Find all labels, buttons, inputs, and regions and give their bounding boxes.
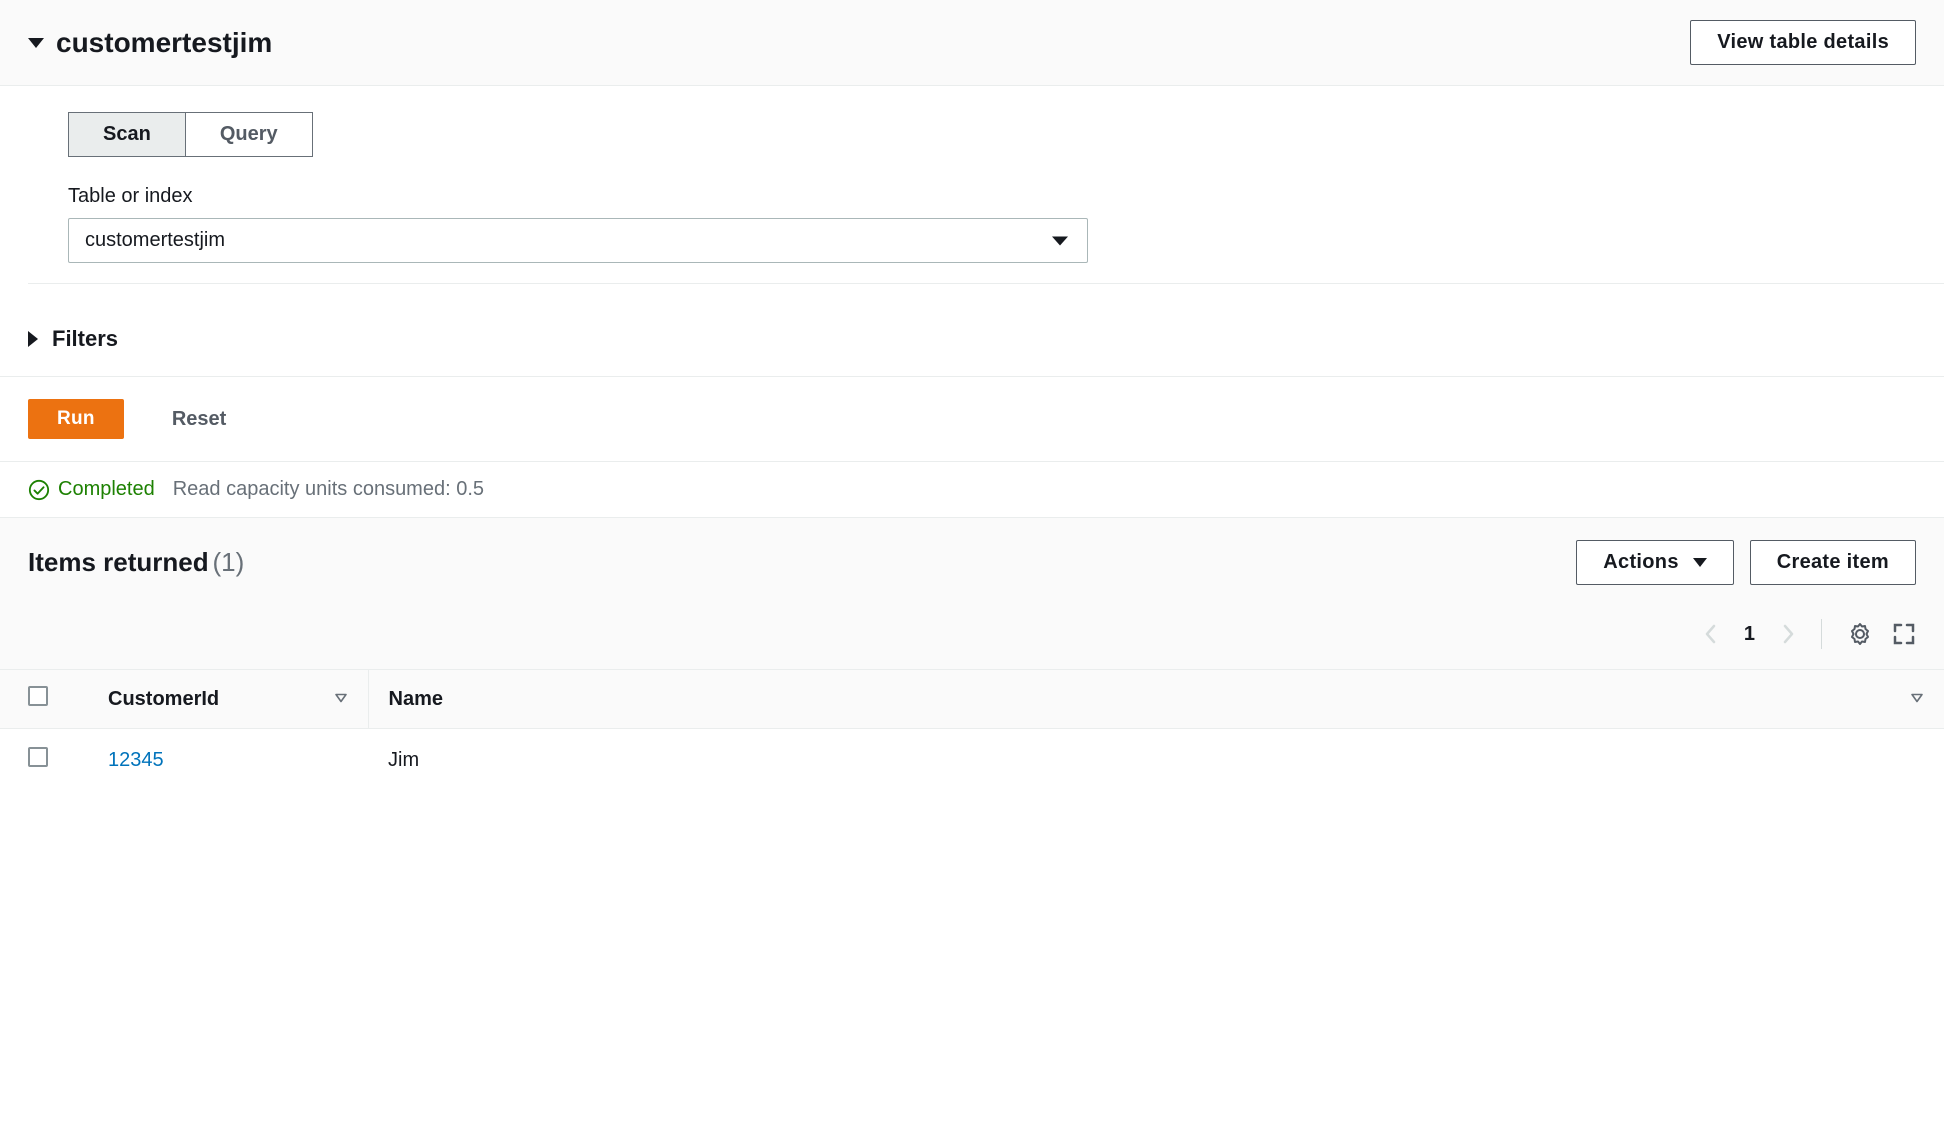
items-header: Items returned (1) Actions Create item: [0, 518, 1944, 607]
status-detail: Read capacity units consumed: 0.5: [173, 478, 484, 501]
scan-tab[interactable]: Scan: [68, 112, 185, 157]
divider: [28, 283, 1944, 284]
page-header: customertestjim View table details: [0, 0, 1944, 86]
query-tab[interactable]: Query: [185, 112, 313, 157]
operation-toggle-group: Scan Query: [68, 112, 313, 157]
reset-button[interactable]: Reset: [152, 400, 246, 439]
column-label: CustomerId: [108, 688, 219, 710]
actions-dropdown-button[interactable]: Actions: [1576, 540, 1733, 585]
table-name-title: customertestjim: [56, 27, 272, 59]
separator: [1821, 619, 1822, 649]
status-text: Completed: [58, 478, 155, 501]
row-checkbox[interactable]: [28, 747, 48, 767]
run-actions-section: Run Reset: [0, 376, 1944, 462]
name-cell: Jim: [388, 749, 419, 771]
filters-section[interactable]: Filters: [0, 308, 1944, 376]
column-header-customerid[interactable]: CustomerId: [68, 670, 368, 729]
page-number: 1: [1736, 623, 1763, 646]
fullscreen-icon[interactable]: [1892, 622, 1916, 646]
run-button[interactable]: Run: [28, 399, 124, 439]
items-returned-title: Items returned: [28, 547, 209, 577]
view-table-details-button[interactable]: View table details: [1690, 20, 1916, 65]
table-or-index-label: Table or index: [68, 185, 1916, 208]
pagination-row: 1: [0, 607, 1944, 669]
sort-icon: [1910, 688, 1924, 711]
column-label: Name: [389, 688, 443, 710]
table-row: 12345 Jim: [0, 729, 1944, 792]
query-config-section: Scan Query Table or index: [0, 86, 1944, 308]
filters-label: Filters: [52, 326, 118, 352]
sort-icon: [334, 688, 348, 711]
prev-page-icon[interactable]: [1704, 624, 1716, 644]
check-circle-icon: [28, 479, 50, 501]
gear-icon[interactable]: [1848, 622, 1872, 646]
table-or-index-select[interactable]: [68, 218, 1088, 263]
actions-dropdown-label: Actions: [1603, 551, 1678, 574]
collapse-arrow-icon[interactable]: [28, 38, 44, 48]
expand-arrow-icon[interactable]: [28, 331, 38, 347]
table-header-row: CustomerId Name: [0, 670, 1944, 729]
results-table: CustomerId Name 12345: [0, 669, 1944, 791]
column-header-name[interactable]: Name: [368, 670, 1944, 729]
create-item-button[interactable]: Create item: [1750, 540, 1916, 585]
caret-down-icon: [1693, 558, 1707, 567]
next-page-icon[interactable]: [1783, 624, 1795, 644]
status-section: Completed Read capacity units consumed: …: [0, 462, 1944, 518]
status-badge: Completed: [28, 478, 155, 501]
items-count: (1): [213, 547, 245, 577]
select-all-checkbox[interactable]: [28, 686, 48, 706]
customerid-link[interactable]: 12345: [108, 749, 164, 771]
